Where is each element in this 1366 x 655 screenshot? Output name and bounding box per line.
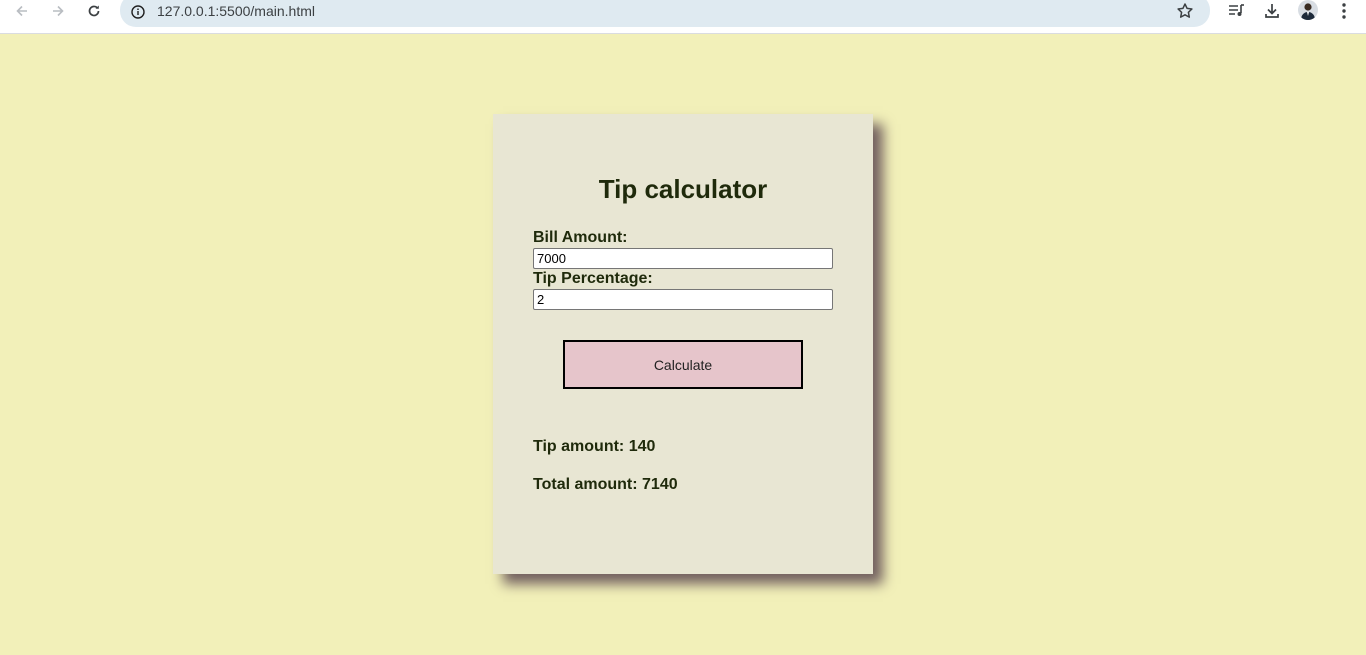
tip-percentage-label: Tip Percentage: <box>533 270 653 287</box>
bill-amount-input[interactable]: 7000 <box>533 248 833 269</box>
more-menu-button[interactable] <box>1332 0 1356 22</box>
tip-calculator-card: Tip calculator Bill Amount: 7000 Tip Per… <box>493 114 873 574</box>
address-bar[interactable]: 127.0.0.1:5500/main.html <box>120 0 1210 27</box>
bookmark-button[interactable] <box>1175 1 1195 21</box>
downloads-button[interactable] <box>1260 0 1284 22</box>
more-menu-icon <box>1342 3 1346 19</box>
profile-avatar-icon[interactable] <box>1298 0 1318 20</box>
back-button[interactable] <box>8 0 36 22</box>
site-info-button[interactable] <box>130 4 146 20</box>
reading-list-icon <box>1229 4 1244 16</box>
forward-arrow-icon <box>53 5 64 17</box>
bookmark-star-icon <box>1177 3 1193 18</box>
reload-button[interactable] <box>80 0 108 22</box>
browser-toolbar: 127.0.0.1:5500/main.html <box>0 0 1366 34</box>
back-arrow-icon <box>16 5 27 17</box>
site-info-icon <box>131 5 145 19</box>
reading-list-button[interactable] <box>1224 0 1248 22</box>
url-text[interactable]: 127.0.0.1:5500/main.html <box>157 3 315 19</box>
download-icon <box>1265 4 1279 18</box>
calculate-button[interactable]: Calculate <box>563 340 803 389</box>
forward-button[interactable] <box>44 0 72 22</box>
page-title: Tip calculator <box>598 174 768 204</box>
tip-percentage-input[interactable]: 2 <box>533 289 833 310</box>
bill-amount-label: Bill Amount: <box>533 229 628 246</box>
reload-icon <box>88 5 100 17</box>
tip-amount-result: Tip amount: 140 <box>533 438 656 455</box>
total-amount-result: Total amount: 7140 <box>533 476 678 493</box>
